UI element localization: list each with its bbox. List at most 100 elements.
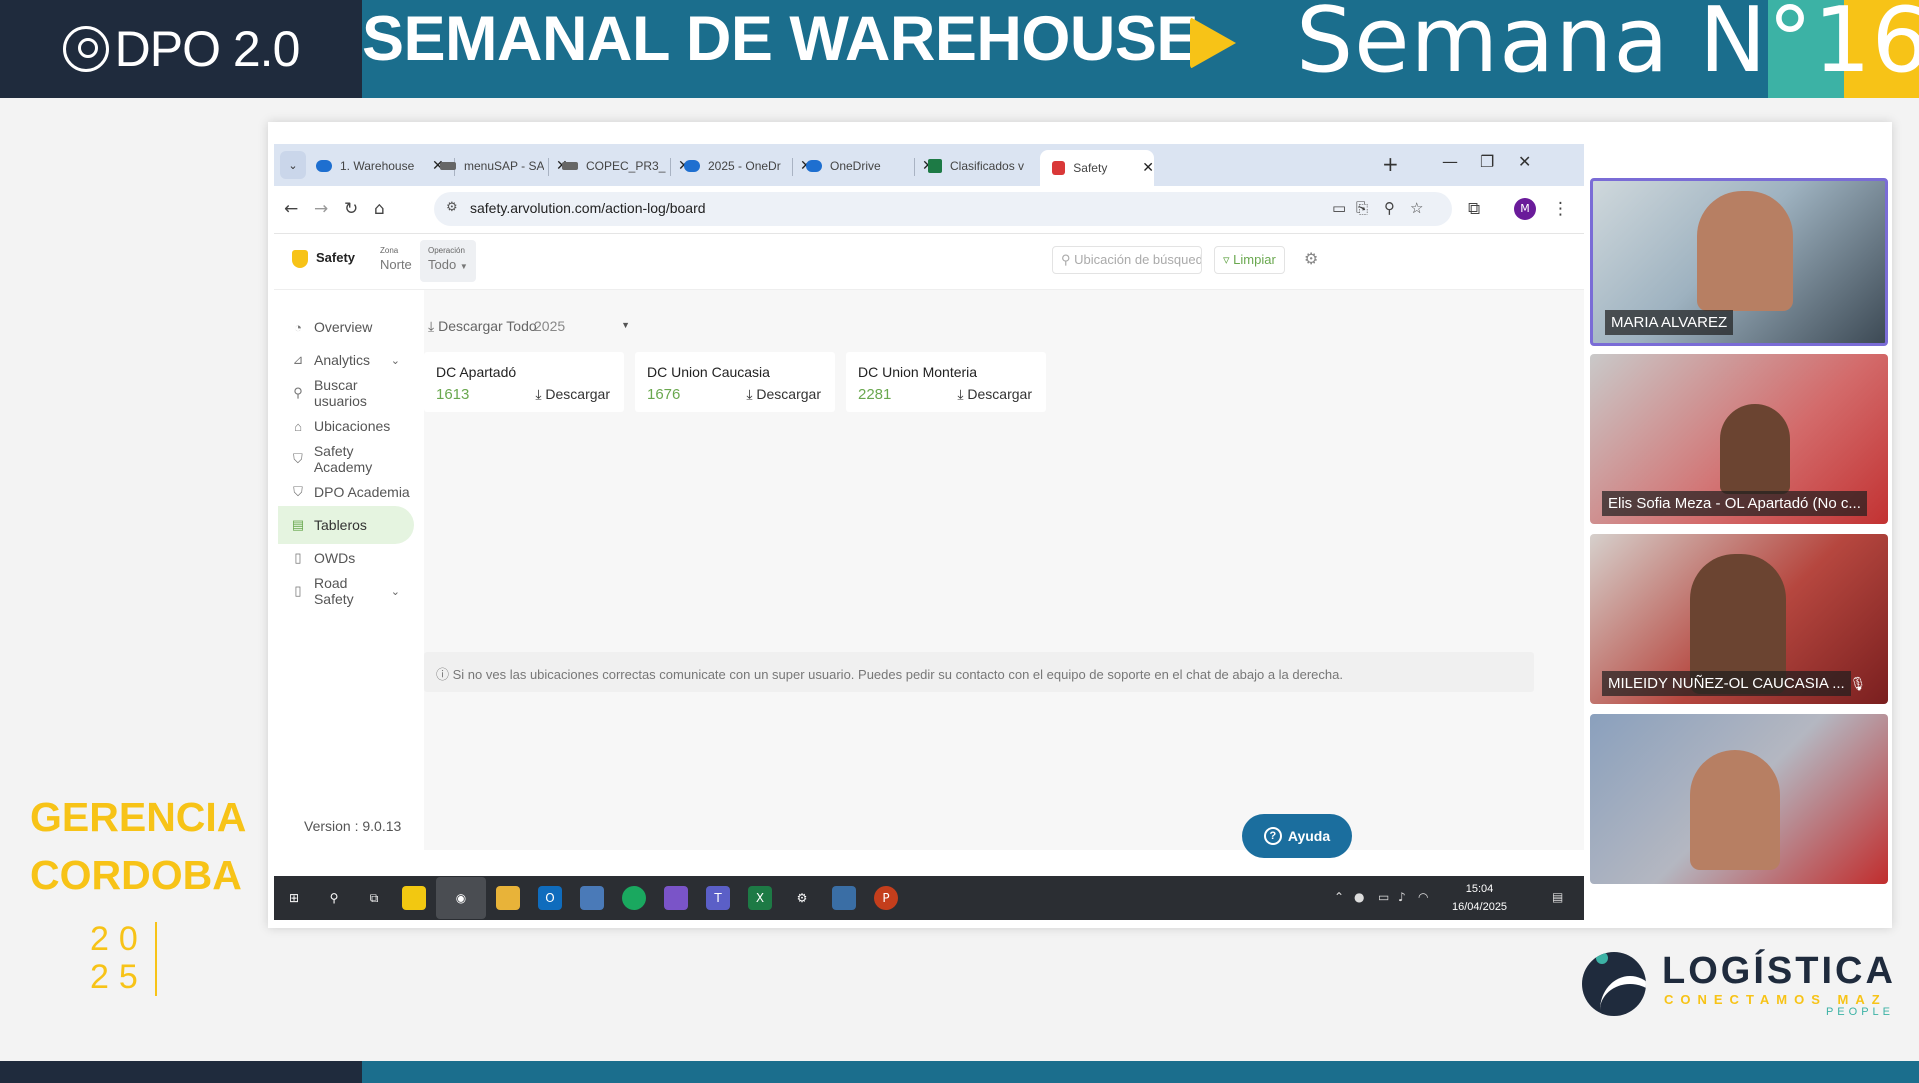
app-icon[interactable] bbox=[832, 886, 856, 910]
outlook-icon[interactable]: O bbox=[538, 886, 562, 910]
search-icon: ⚲ bbox=[293, 385, 303, 400]
close-icon[interactable]: ✕ bbox=[1142, 160, 1154, 176]
edge-icon[interactable] bbox=[622, 886, 646, 910]
tab-clasificados[interactable]: Clasificados v ✕ bbox=[916, 150, 1054, 182]
participant-video-elis[interactable]: Elis Sofia Meza - OL Apartadó (No c... bbox=[1590, 354, 1888, 524]
download-all-button[interactable]: ⤓ Descargar Todo bbox=[428, 318, 537, 335]
forward-icon[interactable]: → bbox=[314, 199, 328, 219]
participant-video-maria[interactable]: MARIA ALVAREZ bbox=[1590, 178, 1888, 346]
bookmark-star-icon[interactable]: ☆ bbox=[1410, 199, 1423, 217]
settings-icon[interactable]: ⚙ bbox=[1304, 249, 1318, 268]
back-icon[interactable]: ← bbox=[284, 199, 298, 219]
operation-label: Operación bbox=[428, 246, 465, 255]
excel-icon[interactable]: X bbox=[748, 886, 772, 910]
sidebar-item-road-safety[interactable]: ▯ Road Safety ⌄ bbox=[278, 572, 414, 610]
new-tab-button[interactable]: + bbox=[1382, 152, 1399, 176]
app-header: Safety Zona Norte Operación Todo ▼ ⚲ Ubi… bbox=[274, 234, 1584, 290]
download-icon: ⤓ bbox=[535, 386, 542, 402]
close-window-icon[interactable]: ✕ bbox=[1518, 152, 1531, 171]
url-field[interactable]: ⚙ safety.arvolution.com/action-log/board… bbox=[434, 192, 1452, 226]
zone-selector[interactable]: Zona Norte bbox=[380, 246, 412, 272]
chrome-icon[interactable]: ◉ bbox=[436, 877, 486, 919]
tab-warehouse[interactable]: 1. Warehouse ✕ bbox=[304, 150, 444, 182]
address-bar: ← → ↻ ⌂ ⚙ safety.arvolution.com/action-l… bbox=[274, 186, 1584, 234]
board-content: ⤓ Descargar Todo 2025 ▼ DC Apartadó 1613… bbox=[424, 290, 1584, 850]
teams-icon[interactable]: T bbox=[706, 886, 730, 910]
app-version: Version : 9.0.13 bbox=[304, 818, 402, 834]
onedrive-icon bbox=[684, 160, 700, 172]
extensions-icon[interactable]: ⧉ bbox=[1468, 199, 1480, 219]
year-top: 20 bbox=[90, 920, 148, 958]
windows-taskbar: ⊞ ⚲ ⧉ ◉ O T X ⚙ P ⌃ ● ▭ ♪ ◠ 15:04 16/04/… bbox=[274, 876, 1584, 920]
clear-filters-button[interactable]: ▿ Limpiar bbox=[1214, 246, 1285, 274]
clear-label: Limpiar bbox=[1233, 252, 1276, 267]
sidebar-item-label: Buscar usuarios bbox=[313, 377, 367, 409]
operation-selector[interactable]: Operación Todo ▼ bbox=[420, 240, 476, 282]
task-view-icon[interactable]: ⧉ bbox=[362, 886, 386, 910]
restore-icon[interactable]: ❐ bbox=[1480, 152, 1494, 171]
power-bi-icon[interactable] bbox=[402, 886, 426, 910]
app-icon[interactable] bbox=[580, 886, 604, 910]
card-download-button[interactable]: ⤓ Descargar bbox=[957, 386, 1032, 403]
download-icon: ⤓ bbox=[428, 318, 435, 334]
wifi-icon[interactable]: ◠ bbox=[1418, 890, 1428, 904]
help-label: Ayuda bbox=[1287, 828, 1331, 844]
dpo-logo-icon bbox=[62, 26, 109, 72]
app-icon[interactable] bbox=[664, 886, 688, 910]
tray-chevron-icon[interactable]: ⌃ bbox=[1334, 890, 1344, 904]
search-icon[interactable]: ⚲ bbox=[322, 886, 346, 910]
tab-onedrive[interactable]: OneDrive ✕ bbox=[794, 150, 934, 182]
clock[interactable]: 15:04 16/04/2025 bbox=[1452, 880, 1507, 916]
card-download-button[interactable]: ⤓ Descargar bbox=[535, 386, 610, 403]
tab-copec[interactable]: COPEC_PR3_B ✕ bbox=[550, 150, 690, 182]
minimize-icon[interactable]: — bbox=[1442, 152, 1458, 171]
battery-icon[interactable]: ▭ bbox=[1378, 890, 1389, 904]
tab-label: menuSAP - SA bbox=[464, 159, 544, 173]
site-info-icon[interactable]: ⚙ bbox=[446, 200, 458, 215]
board-icon: ▤ bbox=[291, 517, 305, 532]
help-button[interactable]: ? Ayuda bbox=[1242, 814, 1352, 858]
card-name: DC Union Caucasia bbox=[647, 364, 770, 380]
participant-name: MILEIDY NUÑEZ-OL CAUCASIA ... bbox=[1602, 671, 1851, 696]
onedrive-icon bbox=[316, 160, 332, 172]
help-icon: ? bbox=[1263, 827, 1282, 845]
tab-safety[interactable]: Safety ✕ bbox=[1040, 150, 1154, 186]
safety-logo-icon bbox=[292, 250, 308, 268]
participant-video-4[interactable] bbox=[1590, 714, 1888, 884]
browser-menu-icon[interactable]: ⋮ bbox=[1552, 199, 1569, 219]
powerpoint-icon[interactable]: P bbox=[874, 886, 898, 910]
search-placeholder: Ubicación de búsqueda bbox=[1074, 252, 1202, 267]
notifications-icon[interactable]: ▤ bbox=[1552, 890, 1563, 904]
logistica-people: PEOPLE bbox=[1825, 1006, 1894, 1018]
card-download-button[interactable]: ⤓ Descargar bbox=[746, 386, 821, 403]
sidebar-item-label: Overview bbox=[314, 319, 373, 335]
participant-name: MARIA ALVAREZ bbox=[1605, 310, 1734, 335]
dpo-logo-text: DPO 2.0 bbox=[114, 21, 301, 77]
start-icon[interactable]: ⊞ bbox=[282, 886, 306, 910]
tab-onedrive-2025[interactable]: 2025 - OneDr ✕ bbox=[672, 150, 812, 182]
tab-menusap[interactable]: menuSAP - SA ✕ bbox=[428, 150, 568, 182]
participant-avatar bbox=[1697, 191, 1793, 311]
translate-icon[interactable]: ⎘ bbox=[1356, 199, 1368, 217]
settings-icon[interactable]: ⚙ bbox=[790, 886, 814, 910]
tab-separator bbox=[548, 158, 549, 176]
file-explorer-icon[interactable] bbox=[496, 886, 520, 910]
tab-search-button[interactable]: ⌄ bbox=[280, 151, 306, 179]
filter-icon: ▿ bbox=[1223, 252, 1230, 267]
tray-app-icon[interactable]: ● bbox=[1354, 890, 1364, 904]
profile-avatar[interactable]: M bbox=[1514, 198, 1536, 220]
reload-icon[interactable]: ↻ bbox=[344, 199, 358, 219]
zoom-icon[interactable]: ⚲ bbox=[1384, 199, 1395, 217]
screen-share: ⌄ 1. Warehouse ✕ menuSAP - SA ✕ COPEC_PR… bbox=[268, 122, 1892, 928]
home-icon[interactable]: ⌂ bbox=[374, 199, 385, 219]
year-select[interactable]: 2025 ▼ bbox=[534, 318, 630, 334]
volume-icon[interactable]: ♪ bbox=[1398, 890, 1406, 904]
slide-title: SEMANAL DE WAREHOUSE bbox=[362, 4, 1198, 74]
dashboard-icon: ◔ bbox=[294, 319, 302, 335]
sidebar-item-label: OWDs bbox=[314, 550, 356, 566]
participant-video-mileidy[interactable]: MILEIDY NUÑEZ-OL CAUCASIA ... 🎙 bbox=[1590, 534, 1888, 704]
sidebar-item-label: DPO Academia bbox=[314, 484, 410, 500]
install-app-icon[interactable]: ▭ bbox=[1332, 199, 1346, 217]
location-search-input[interactable]: ⚲ Ubicación de búsqueda bbox=[1052, 246, 1202, 274]
card-count: 1613 bbox=[436, 386, 470, 403]
